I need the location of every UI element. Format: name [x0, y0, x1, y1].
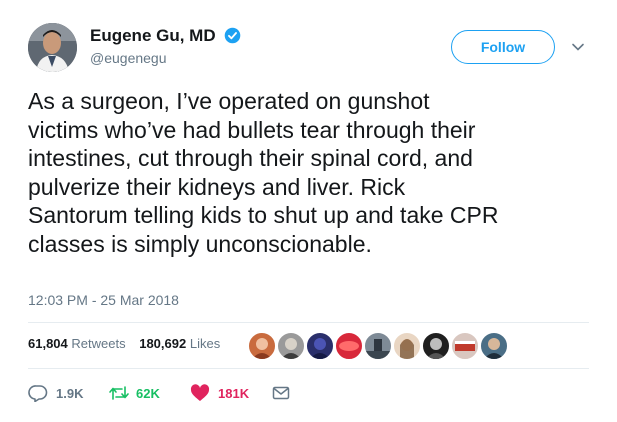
liker-avatar[interactable] — [248, 332, 276, 360]
avatar-photo-icon — [365, 339, 391, 359]
liker-avatar[interactable] — [306, 332, 334, 360]
liker-avatar[interactable] — [422, 332, 450, 360]
liker-avatar[interactable] — [364, 332, 392, 360]
liker-avatar[interactable] — [393, 332, 421, 360]
liker-avatar[interactable] — [451, 332, 479, 360]
avatar-photo-icon — [484, 338, 504, 359]
reply-icon — [28, 385, 48, 402]
likes-stat[interactable]: 180,692 Likes — [139, 336, 220, 351]
tweet-stats: 61,804 Retweets 180,692 Likes — [28, 336, 230, 351]
divider — [28, 322, 589, 323]
chevron-down-icon[interactable] — [571, 40, 585, 54]
author-display-name[interactable]: Eugene Gu, MD — [90, 26, 241, 46]
tweet-text: As a surgeon, I’ve operated on gunshot v… — [28, 88, 499, 257]
tweet-timestamp[interactable]: 12:03 PM - 25 Mar 2018 — [28, 292, 179, 308]
reply-count: 1.9K — [56, 386, 84, 401]
author-avatar[interactable] — [28, 23, 77, 72]
verified-badge-icon — [225, 27, 241, 44]
avatar-photo-icon — [310, 338, 330, 359]
avatar-photo-icon — [339, 341, 359, 351]
follow-button[interactable]: Follow — [451, 30, 555, 64]
avatar-photo-icon — [426, 338, 446, 359]
avatar-photo-icon — [281, 338, 301, 359]
retweets-label: Retweets — [71, 336, 126, 351]
liker-avatar[interactable] — [335, 332, 363, 360]
divider — [28, 368, 589, 369]
liker-avatar[interactable] — [480, 332, 508, 360]
avatar-photo-icon — [455, 341, 475, 351]
like-count: 181K — [218, 386, 250, 401]
avatar-photo-icon — [400, 339, 414, 359]
heart-icon — [190, 384, 210, 401]
retweets-stat[interactable]: 61,804 Retweets — [28, 336, 126, 351]
envelope-icon — [272, 386, 290, 400]
likes-label: Likes — [189, 336, 221, 351]
likes-count: 180,692 — [139, 336, 187, 351]
retweet-icon — [109, 386, 129, 400]
retweet-count: 62K — [136, 386, 160, 401]
avatar-photo-icon — [252, 338, 272, 359]
avatar-photo-icon — [28, 23, 77, 72]
author-handle[interactable]: @eugenegu — [90, 50, 167, 66]
liker-avatar[interactable] — [277, 332, 305, 360]
retweets-count: 61,804 — [28, 336, 68, 351]
